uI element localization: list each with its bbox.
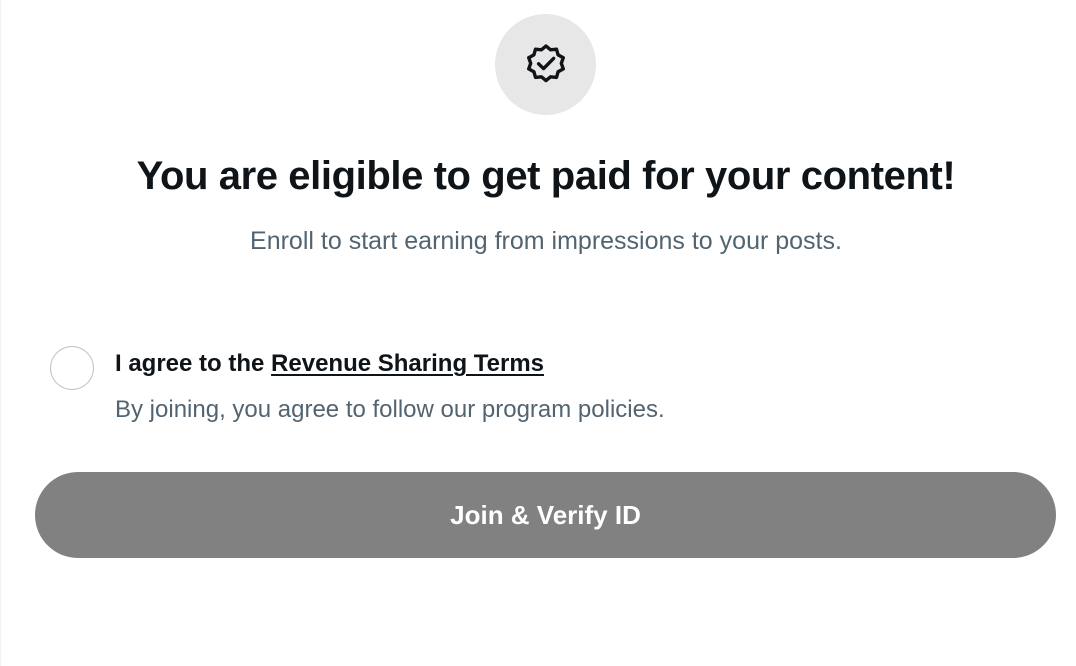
page-title: You are eligible to get paid for your co…: [136, 154, 956, 198]
revenue-sharing-signup-page: You are eligible to get paid for your co…: [0, 0, 1076, 666]
revenue-sharing-terms-link[interactable]: Revenue Sharing Terms: [271, 350, 544, 377]
page-subtitle: Enroll to start earning from impressions…: [250, 227, 842, 255]
program-policies-note: By joining, you agree to follow our prog…: [115, 396, 665, 423]
join-verify-id-button[interactable]: Join & Verify ID: [35, 472, 1056, 558]
verified-badge-icon: [526, 43, 565, 82]
agree-terms-prefix: I agree to the: [115, 350, 265, 377]
agree-terms-label: I agree to the Revenue Sharing Terms: [115, 348, 544, 380]
badge-container: [495, 14, 596, 115]
agree-terms-checkbox[interactable]: [50, 346, 94, 390]
